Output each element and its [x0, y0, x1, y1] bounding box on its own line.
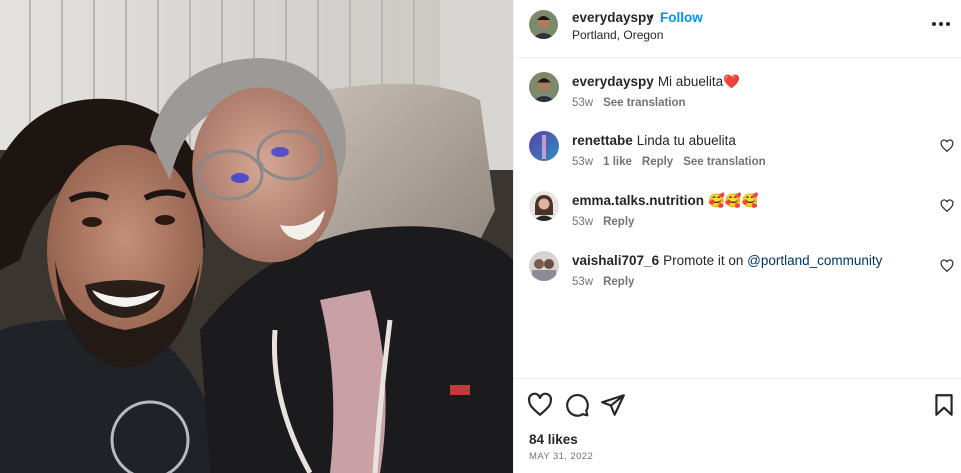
heart-emoji: ❤️ — [723, 74, 740, 89]
reply-button[interactable]: Reply — [603, 216, 634, 228]
comment-text: Promote it on — [663, 253, 748, 268]
selfie-image — [0, 0, 513, 473]
more-options-icon[interactable] — [930, 14, 952, 34]
follow-button[interactable]: Follow — [660, 10, 703, 25]
comment-time[interactable]: 53w — [572, 156, 593, 168]
like-heart-icon[interactable] — [527, 392, 553, 418]
save-bookmark-icon[interactable] — [931, 392, 957, 418]
comment-username[interactable]: renettabe — [572, 133, 633, 148]
caption-text: Mi abuelita — [657, 74, 724, 89]
reply-button[interactable]: Reply — [642, 156, 673, 168]
like-comment-heart-icon[interactable] — [940, 139, 954, 153]
comment-likes[interactable]: 1 like — [603, 156, 632, 168]
caption-time[interactable]: 53w — [572, 97, 593, 109]
comment-text-line: renettabe Linda tu abuelita — [572, 133, 736, 148]
mention-link[interactable]: @portland_community — [747, 253, 882, 268]
commenter-avatar[interactable] — [529, 251, 559, 281]
comment-text: 🥰🥰🥰 — [708, 193, 759, 208]
comment-time[interactable]: 53w — [572, 276, 593, 288]
post-header: everydayspy • Follow Portland, Oregon — [514, 0, 961, 58]
caption-text-line: everydayspy Mi abuelita❤️ — [572, 74, 740, 90]
see-translation-link[interactable]: See translation — [683, 156, 765, 168]
comment-meta: 53w Reply — [572, 216, 644, 228]
comment-time[interactable]: 53w — [572, 216, 593, 228]
comment-item: emma.talks.nutrition 🥰🥰🥰 53w Reply — [514, 191, 961, 241]
caption: everydayspy Mi abuelita❤️ 53w See translat… — [514, 72, 961, 122]
commenter-avatar[interactable] — [529, 191, 559, 221]
post-photo[interactable] — [0, 0, 513, 473]
caption-meta: 53w See translation — [572, 97, 696, 109]
comment-username[interactable]: emma.talks.nutrition — [572, 193, 704, 208]
author-username[interactable]: everydayspy — [572, 10, 654, 25]
see-translation-link[interactable]: See translation — [603, 97, 685, 109]
post-sidebar: everydayspy • Follow Portland, Oregon ev… — [513, 0, 961, 473]
like-comment-heart-icon[interactable] — [940, 199, 954, 213]
comment-username[interactable]: vaishali707_6 — [572, 253, 659, 268]
comment-item: vaishali707_6 Promote it on @portland_com… — [514, 251, 961, 301]
comment-meta: 53w Reply — [572, 276, 644, 288]
separator-dot: • — [649, 9, 654, 24]
post-actions: 84 likes MAY 31, 2022 — [514, 378, 961, 473]
reply-button[interactable]: Reply — [603, 276, 634, 288]
post-location[interactable]: Portland, Oregon — [572, 28, 663, 42]
comment-text: Linda tu abuelita — [636, 133, 736, 148]
comment-item: renettabe Linda tu abuelita 53w 1 like Repl… — [514, 131, 961, 181]
comment-meta: 53w 1 like Reply See translation — [572, 156, 776, 168]
author-avatar[interactable] — [529, 10, 558, 39]
comment-text-line: emma.talks.nutrition 🥰🥰🥰 — [572, 193, 758, 209]
likes-count[interactable]: 84 likes — [529, 432, 578, 447]
caption-avatar[interactable] — [529, 72, 559, 102]
commenter-avatar[interactable] — [529, 131, 559, 161]
post-date[interactable]: MAY 31, 2022 — [529, 451, 593, 462]
caption-username[interactable]: everydayspy — [572, 74, 654, 89]
comment-text-line: vaishali707_6 Promote it on @portland_com… — [572, 253, 882, 268]
comment-bubble-icon[interactable] — [564, 392, 590, 418]
share-paper-plane-icon[interactable] — [600, 392, 626, 418]
like-comment-heart-icon[interactable] — [940, 259, 954, 273]
